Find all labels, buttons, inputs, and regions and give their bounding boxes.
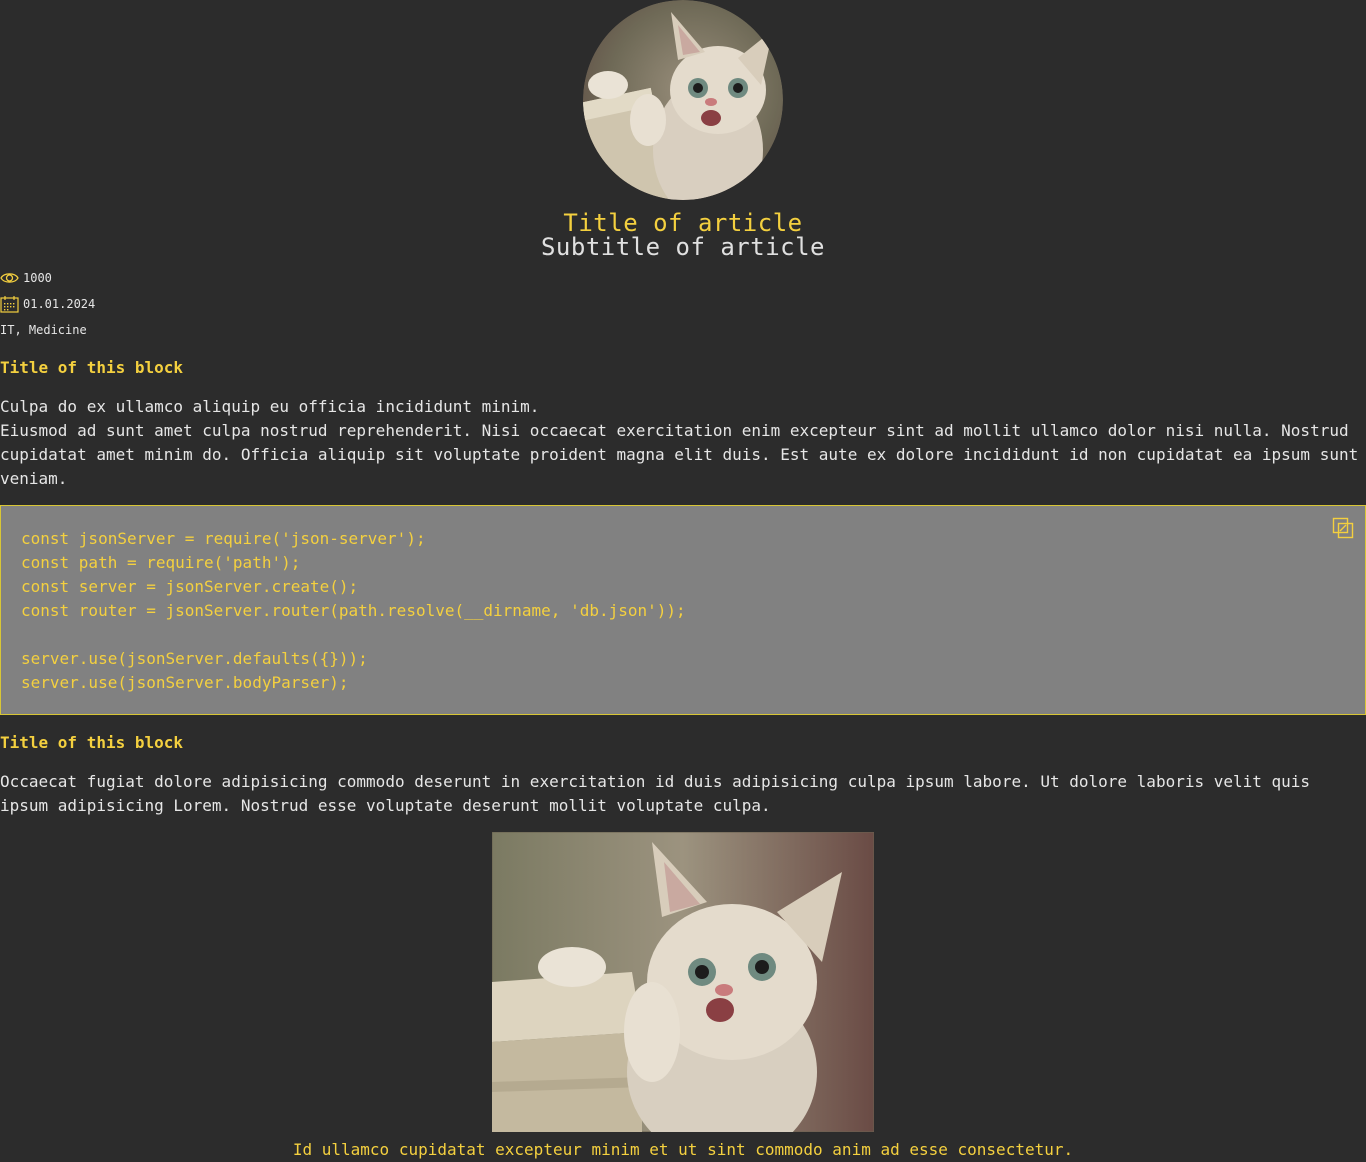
text-block-1: Title of this block Culpa do ex ullamco … — [0, 356, 1366, 491]
paragraph: Occaecat fugiat dolore adipisicing commo… — [0, 772, 1311, 815]
image-caption: Id ullamco cupidatat excepteur minim et … — [292, 1140, 1074, 1159]
article-tags: IT, Medicine — [0, 323, 87, 337]
code-content: const jsonServer = require('json-server'… — [21, 529, 686, 692]
copy-icon[interactable] — [1331, 516, 1355, 540]
article-avatar-image — [583, 0, 783, 200]
eye-icon — [0, 273, 19, 283]
date-row: 01.01.2024 — [0, 294, 1366, 314]
views-row: 1000 — [0, 268, 1366, 288]
block-text: Culpa do ex ullamco aliquip eu officia i… — [0, 395, 1366, 491]
text-block-2: Title of this block Occaecat fugiat dolo… — [0, 731, 1366, 818]
views-count: 1000 — [23, 271, 52, 285]
publish-date: 01.01.2024 — [23, 297, 96, 311]
article-image — [492, 832, 874, 1132]
article-page: Title of article Subtitle of article 100… — [0, 0, 1366, 1162]
paragraph: Culpa do ex ullamco aliquip eu officia i… — [0, 397, 540, 416]
article-header — [0, 0, 1366, 200]
calendar-icon — [0, 296, 19, 313]
article-title: Title of article — [563, 209, 803, 237]
block-text: Occaecat fugiat dolore adipisicing commo… — [0, 770, 1366, 818]
article-subtitle: Subtitle of article — [540, 233, 826, 261]
tags-row: IT, Medicine — [0, 320, 1366, 340]
block-title: Title of this block — [0, 733, 184, 752]
code-block: const jsonServer = require('json-server'… — [0, 505, 1366, 715]
paragraph: Eiusmod ad sunt amet culpa nostrud repre… — [0, 421, 1359, 488]
block-title: Title of this block — [0, 358, 184, 377]
article-meta: 1000 01.01.2024 IT, Medicine — [0, 268, 1366, 340]
image-block: Id ullamco cupidatat excepteur minim et … — [0, 832, 1366, 1162]
